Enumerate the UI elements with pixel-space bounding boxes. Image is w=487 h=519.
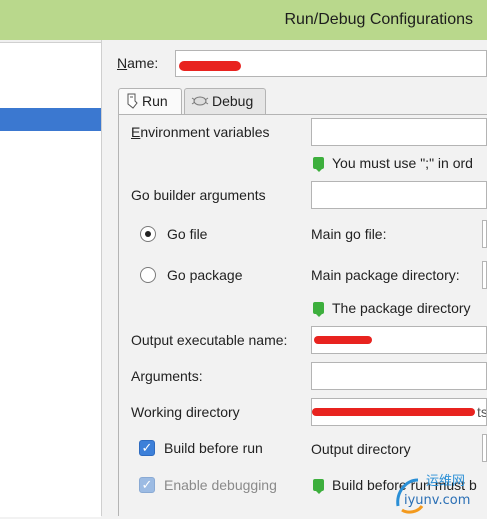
go-package-radio[interactable] bbox=[140, 267, 156, 283]
configurations-tree[interactable] bbox=[0, 42, 101, 517]
go-package-label: Go package bbox=[167, 267, 243, 283]
output-directory-field[interactable] bbox=[482, 434, 487, 462]
hint-bulb-icon bbox=[313, 302, 324, 317]
main-go-file-field[interactable] bbox=[482, 220, 487, 248]
main-go-file-label: Main go file: bbox=[311, 226, 387, 242]
redaction-mark bbox=[314, 336, 372, 344]
name-field[interactable] bbox=[175, 50, 487, 77]
output-name-label: Output executable name: bbox=[131, 332, 288, 348]
hint-bulb-icon bbox=[313, 479, 324, 494]
tab-run-label: Run bbox=[142, 93, 168, 109]
arguments-field[interactable] bbox=[311, 362, 487, 390]
env-vars-field[interactable] bbox=[311, 118, 487, 146]
package-hint: The package directory bbox=[313, 300, 471, 317]
tab-debug[interactable]: Debug bbox=[184, 88, 266, 114]
tree-selected-row[interactable] bbox=[0, 108, 101, 131]
arguments-label: Arguments: bbox=[131, 368, 203, 384]
title-bar: Run/Debug Configurations bbox=[0, 0, 487, 41]
env-label: Environment variables bbox=[131, 124, 270, 140]
watermark-line1: 运维网 bbox=[426, 474, 465, 489]
redaction-mark bbox=[312, 408, 475, 416]
env-label-text: nvironment variables bbox=[140, 124, 270, 140]
site-watermark: 运维网 iyunv.com bbox=[392, 470, 487, 516]
working-dir-field[interactable]: ts bbox=[311, 398, 487, 426]
watermark-logo-icon: 运维网 iyunv.com bbox=[396, 474, 470, 514]
output-directory-label: Output directory bbox=[311, 441, 411, 457]
env-hint-text: You must use ";" in ord bbox=[332, 155, 473, 171]
main-package-dir-field[interactable] bbox=[482, 261, 487, 289]
go-file-radio[interactable] bbox=[140, 226, 156, 242]
tab-run[interactable]: Run bbox=[118, 88, 182, 114]
redaction-mark bbox=[179, 61, 241, 71]
build-before-run-checkbox[interactable]: ✓ bbox=[139, 440, 155, 456]
main-package-dir-label: Main package directory: bbox=[311, 267, 460, 283]
builder-args-field[interactable] bbox=[311, 181, 487, 209]
builder-args-label: Go builder arguments bbox=[131, 187, 266, 203]
run-config-icon bbox=[127, 93, 138, 109]
watermark-line2: iyunv.com bbox=[404, 493, 470, 508]
builder-args-text: Go builder arguments bbox=[131, 187, 266, 203]
build-before-run-label: Build before run bbox=[164, 440, 263, 456]
go-file-label: Go file bbox=[167, 226, 208, 242]
env-hint: You must use ";" in ord bbox=[313, 155, 473, 172]
enable-debugging-checkbox[interactable]: ✓ bbox=[139, 477, 155, 493]
package-hint-text: The package directory bbox=[332, 300, 471, 316]
enable-debugging-label: Enable debugging bbox=[164, 477, 277, 493]
working-dir-label: Working directory bbox=[131, 404, 240, 420]
output-name-field[interactable] bbox=[311, 326, 487, 354]
debug-bug-icon bbox=[191, 96, 209, 106]
hint-bulb-icon bbox=[313, 157, 324, 172]
tab-debug-label: Debug bbox=[212, 93, 254, 109]
working-dir-value-tail: ts bbox=[477, 404, 487, 420]
window-title: Run/Debug Configurations bbox=[284, 11, 473, 28]
name-label: Name: bbox=[117, 55, 159, 71]
